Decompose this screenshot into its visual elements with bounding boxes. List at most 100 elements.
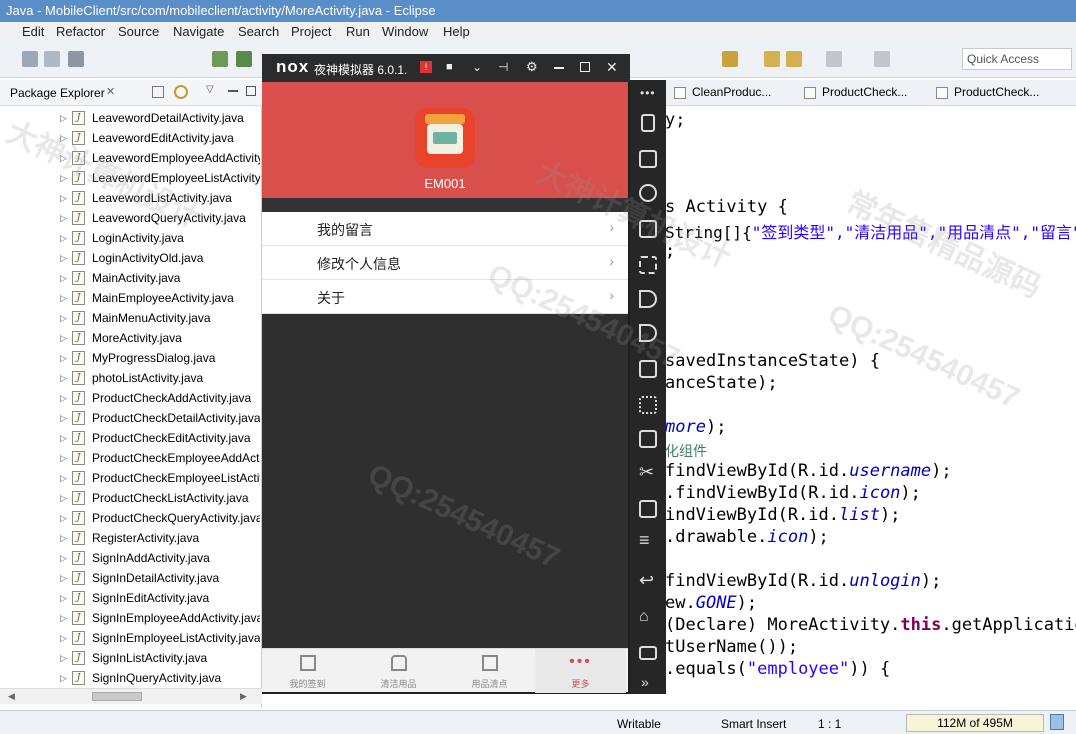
maximize-icon[interactable] (580, 62, 590, 72)
avatar[interactable] (415, 108, 475, 168)
print-icon[interactable] (68, 51, 84, 67)
expand-arrow-icon[interactable]: ▷ (60, 248, 67, 268)
build-icon[interactable] (212, 51, 228, 67)
expand-arrow-icon[interactable]: ▷ (60, 328, 67, 348)
menu-run[interactable]: Run (346, 24, 370, 39)
file-tree-item[interactable]: ▷ J SignInEmployeeListActivity.java (60, 628, 260, 648)
code-editor[interactable]: y; s Activity { String[]{"签到类型","清洁用品","… (630, 106, 1076, 710)
multi-window-icon[interactable] (639, 500, 657, 518)
expand-arrow-icon[interactable]: ▷ (60, 288, 67, 308)
expand-arrow-icon[interactable]: ▷ (60, 128, 67, 148)
expand-arrow-icon[interactable]: ▷ (60, 468, 67, 488)
gift-icon[interactable]: ■ (446, 61, 453, 73)
emulator-title-bar[interactable]: nox 夜神模拟器 6.0.1. ! ■ ⌄ ⊣ ⚙ ✕ (262, 54, 630, 82)
back-icon[interactable] (764, 51, 780, 67)
toolbox-icon[interactable] (639, 360, 657, 378)
file-tree-item[interactable]: ▷ J SignInQueryActivity.java (60, 668, 260, 688)
keyboard-icon[interactable] (639, 150, 657, 168)
package-explorer-tab[interactable]: Package Explorer ✕ ▽ (0, 80, 262, 106)
file-tree-item[interactable]: ▷ J LeavewordEditActivity.java (60, 128, 260, 148)
file-tree-item[interactable]: ▷ J ProductCheckEditActivity.java (60, 428, 260, 448)
expand-arrow-icon[interactable]: ▷ (60, 168, 67, 188)
menu-window[interactable]: Window (382, 24, 428, 39)
minimize-icon[interactable] (554, 67, 564, 69)
menu-item-my-messages[interactable]: 我的留言 › (262, 212, 628, 246)
location-icon[interactable] (639, 184, 657, 202)
file-tree-item[interactable]: ▷ J ProductCheckEmployeeListActivity.java (60, 468, 260, 488)
expand-arrow-icon[interactable]: ▷ (60, 388, 67, 408)
macro-icon[interactable] (639, 396, 657, 414)
nav-cleaning-supplies[interactable]: 清洁用品 (353, 649, 444, 693)
file-tree-item[interactable]: ▷ J MoreActivity.java (60, 328, 260, 348)
file-tree-item[interactable]: ▷ J SignInListActivity.java (60, 648, 260, 668)
expand-arrow-icon[interactable]: ▷ (60, 308, 67, 328)
file-tree-item[interactable]: ▷ J MainEmployeeActivity.java (60, 288, 260, 308)
save-icon[interactable] (22, 51, 38, 67)
file-tree-item[interactable]: ▷ J MainMenuActivity.java (60, 308, 260, 328)
expand-arrow-icon[interactable]: ▷ (60, 428, 67, 448)
pin-icon[interactable]: ⊣ (498, 60, 508, 74)
expand-arrow-icon[interactable]: ▷ (60, 568, 67, 588)
link-editor-icon[interactable] (174, 85, 188, 99)
menu-project[interactable]: Project (291, 24, 331, 39)
close-icon[interactable]: ✕ (606, 59, 618, 76)
horizontal-scrollbar[interactable]: ◀ ▶ (0, 688, 262, 704)
file-tree-item[interactable]: ▷ J ProductCheckDetailActivity.java (60, 408, 260, 428)
file-tree-item[interactable]: ▷ J LeavewordListActivity.java (60, 188, 260, 208)
nav-icon[interactable] (722, 51, 738, 67)
file-tree-item[interactable]: ▷ J LeavewordQueryActivity.java (60, 208, 260, 228)
expand-arrow-icon[interactable]: ▷ (60, 408, 67, 428)
expand-arrow-icon[interactable]: ▷ (60, 648, 67, 668)
editor-tab[interactable]: CleanProduc... (674, 85, 771, 99)
menu-refactor[interactable]: Refactor (56, 24, 105, 39)
file-tree-item[interactable]: ▷ J ProductCheckListActivity.java (60, 488, 260, 508)
menu-item-edit-profile[interactable]: 修改个人信息 › (262, 246, 628, 280)
screen-icon[interactable] (639, 220, 657, 238)
expand-arrow-icon[interactable]: ▷ (60, 188, 67, 208)
forward-icon[interactable] (786, 51, 802, 67)
expand-arrow-icon[interactable]: ▷ (60, 268, 67, 288)
file-tree-item[interactable]: ▷ J MainActivity.java (60, 268, 260, 288)
fullscreen-icon[interactable] (639, 256, 657, 274)
chevron-down-icon[interactable]: ⌄ (472, 60, 482, 74)
expand-arrow-icon[interactable]: ▷ (60, 528, 67, 548)
minimize-icon[interactable] (228, 90, 238, 92)
save-all-icon[interactable] (44, 51, 60, 67)
expand-arrow-icon[interactable]: ▷ (60, 148, 67, 168)
view-menu-icon[interactable]: ▽ (206, 84, 214, 95)
heap-status[interactable]: 112M of 495M (906, 714, 1044, 732)
menu-edit[interactable]: Edit (22, 24, 44, 39)
file-tree-item[interactable]: ▷ J LeavewordEmployeeListActivity.java (60, 168, 260, 188)
phone-rotate-icon[interactable] (641, 114, 655, 132)
menu-help[interactable]: Help (443, 24, 470, 39)
expand-arrow-icon[interactable]: ▷ (60, 668, 67, 688)
expand-arrow-icon[interactable]: ▷ (60, 448, 67, 468)
file-tree-item[interactable]: ▷ J SignInDetailActivity.java (60, 568, 260, 588)
home-icon[interactable]: ⌂ (639, 608, 649, 626)
chevron-double-right-icon[interactable]: » (641, 674, 649, 690)
file-tree-item[interactable]: ▷ J ProductCheckAddActivity.java (60, 388, 260, 408)
close-icon[interactable]: ✕ (106, 85, 115, 98)
recents-icon[interactable] (639, 646, 657, 660)
perspective-icon[interactable] (874, 51, 890, 67)
trash-icon[interactable] (1050, 714, 1064, 730)
expand-arrow-icon[interactable]: ▷ (60, 108, 67, 128)
editor-tab[interactable]: ProductCheck... (936, 85, 1039, 99)
pin-icon[interactable] (826, 51, 842, 67)
menu-icon[interactable]: ≡ (639, 530, 650, 551)
alert-icon[interactable]: ! (420, 61, 432, 73)
expand-arrow-icon[interactable]: ▷ (60, 548, 67, 568)
quick-access-input[interactable]: Quick Access (962, 48, 1072, 70)
expand-arrow-icon[interactable]: ▷ (60, 368, 67, 388)
file-tree-item[interactable]: ▷ J SignInEmployeeAddActivity.java (60, 608, 260, 628)
back-icon[interactable]: ↩ (639, 570, 654, 591)
menu-source[interactable]: Source (118, 24, 159, 39)
file-tree-item[interactable]: ▷ J SignInAddActivity.java (60, 548, 260, 568)
expand-arrow-icon[interactable]: ▷ (60, 488, 67, 508)
scissors-icon[interactable]: ✂ (639, 462, 654, 483)
expand-arrow-icon[interactable]: ▷ (60, 208, 67, 228)
volume-up-icon[interactable] (639, 290, 657, 308)
file-tree-item[interactable]: ▷ J ProductCheckEmployeeAddActivity.java (60, 448, 260, 468)
nav-sign-in[interactable]: 我的签到 (262, 649, 353, 693)
expand-arrow-icon[interactable]: ▷ (60, 588, 67, 608)
